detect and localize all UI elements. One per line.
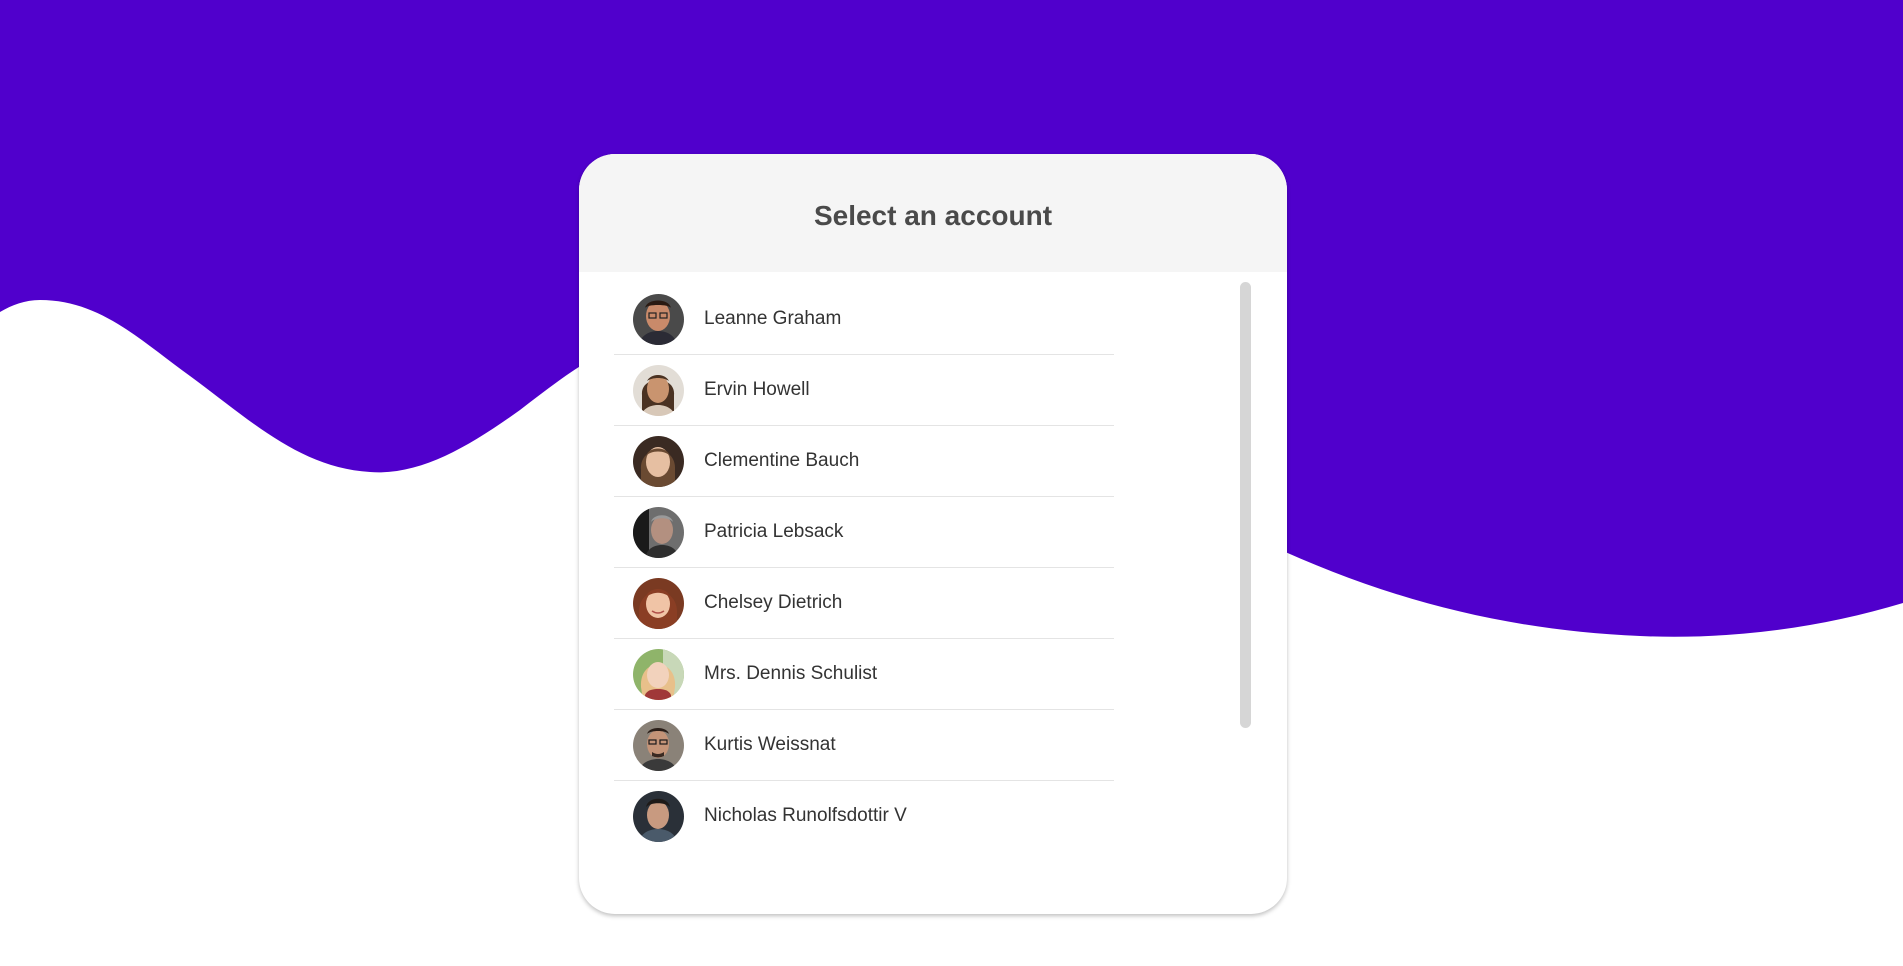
account-name: Chelsey Dietrich [704, 592, 843, 613]
account-picker-dialog: Select an account Leanne Graham Ervin Ho… [579, 154, 1287, 914]
avatar-photo-icon [633, 648, 684, 700]
avatar-photo-icon [633, 719, 684, 771]
avatar-photo-icon [633, 790, 684, 842]
account-name: Mrs. Dennis Schulist [704, 663, 878, 684]
account-list: Leanne Graham Ervin Howell Clementine Ba… [614, 284, 1114, 851]
account-name: Clementine Bauch [704, 450, 860, 471]
account-item-clementine-bauch[interactable]: Clementine Bauch [614, 426, 1114, 497]
dialog-header: Select an account [579, 154, 1287, 272]
account-item-mrs-dennis-schulist[interactable]: Mrs. Dennis Schulist [614, 639, 1114, 710]
account-name: Leanne Graham [704, 308, 842, 329]
account-item-patricia-lebsack[interactable]: Patricia Lebsack [614, 497, 1114, 568]
account-item-nicholas-runolfsdottir-v[interactable]: Nicholas Runolfsdottir V [614, 781, 1114, 851]
account-list-scroll-area[interactable]: Leanne Graham Ervin Howell Clementine Ba… [614, 284, 1254, 884]
account-name: Nicholas Runolfsdottir V [704, 805, 907, 826]
account-item-leanne-graham[interactable]: Leanne Graham [614, 284, 1114, 355]
account-name: Kurtis Weissnat [704, 734, 836, 755]
avatar-photo-icon [633, 435, 684, 487]
account-name: Patricia Lebsack [704, 521, 844, 542]
scrollbar-thumb[interactable] [1240, 282, 1251, 728]
avatar-photo-icon [633, 364, 684, 416]
account-item-chelsey-dietrich[interactable]: Chelsey Dietrich [614, 568, 1114, 639]
account-item-ervin-howell[interactable]: Ervin Howell [614, 355, 1114, 426]
avatar-photo-icon [633, 293, 684, 345]
avatar-photo-icon [633, 577, 684, 629]
account-item-kurtis-weissnat[interactable]: Kurtis Weissnat [614, 710, 1114, 781]
dialog-title: Select an account [813, 200, 1053, 231]
account-name: Ervin Howell [704, 379, 810, 400]
avatar-photo-icon [633, 506, 684, 558]
